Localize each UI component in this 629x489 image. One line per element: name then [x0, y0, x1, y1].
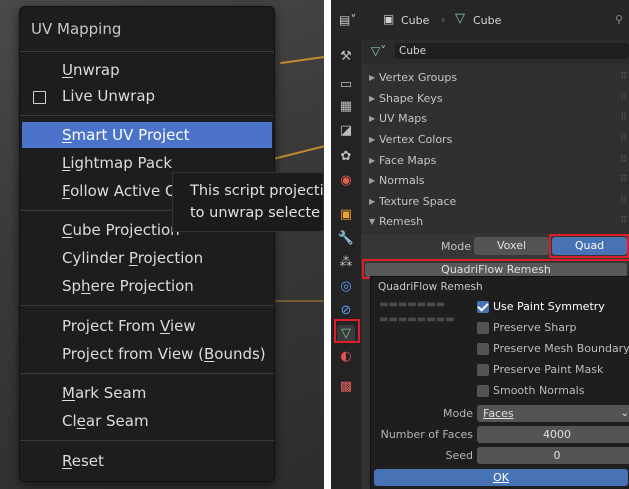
- panel-vertex-groups[interactable]: ▶ Vertex Groups ⠿: [361, 67, 629, 88]
- ghost-text: ▬▬▬▬▬▬▬: [379, 299, 446, 310]
- object-cube-icon: ▣: [383, 12, 395, 26]
- smart-uv-tooltip: This script projecti to unwrap selecte: [172, 172, 324, 232]
- world-tab-icon[interactable]: ◉: [337, 172, 355, 190]
- live-unwrap-checkbox[interactable]: [33, 91, 46, 104]
- modifier-wrench-icon[interactable]: 🔧: [337, 230, 355, 248]
- checkbox-icon[interactable]: [477, 385, 489, 397]
- menu-item-lightmap-pack[interactable]: Lightmap Pack: [62, 150, 172, 176]
- data-block-row: ▽˅ Cube: [361, 40, 629, 64]
- panel-vertex-colors[interactable]: ▶ Vertex Colors ⠿: [361, 129, 629, 150]
- view-layer-tab-icon[interactable]: ◪: [337, 122, 355, 140]
- panel-uv-maps[interactable]: ▶ UV Maps ⠿: [361, 108, 629, 129]
- tooltip-line: This script projecti: [190, 183, 324, 199]
- menu-item-project-from-view[interactable]: Project From View: [62, 313, 196, 339]
- uv-mapping-menu: UV Mapping Unwrap Live Unwrap Smart UV P…: [19, 6, 275, 482]
- material-tab-icon[interactable]: ◐: [337, 348, 355, 366]
- tooltip-line: to unwrap selecte: [190, 205, 321, 221]
- expand-arrow-icon: ▶: [369, 176, 376, 185]
- drag-grip-icon[interactable]: ⠿: [620, 191, 627, 212]
- physics-tab-icon[interactable]: ◎: [337, 278, 355, 296]
- texture-tab-icon[interactable]: ▩: [337, 378, 355, 396]
- output-tab-icon[interactable]: ▦: [337, 98, 355, 116]
- number-of-faces-field[interactable]: 4000: [477, 426, 629, 443]
- menu-separator: [20, 440, 274, 441]
- editor-type-icon[interactable]: ▤˅: [339, 13, 356, 27]
- panel-face-maps[interactable]: ▶ Face Maps ⠿: [361, 150, 629, 171]
- expand-arrow-icon: ▶: [369, 135, 376, 144]
- breadcrumb-chevron-icon: ›: [441, 13, 446, 26]
- properties-header: ▤˅ ▣ Cube › ▽ Cube ⚲: [331, 0, 629, 40]
- ghost-text: ▬▬▬▬▬▬▬▬: [379, 314, 455, 325]
- seed-field[interactable]: 0: [477, 447, 629, 464]
- chevron-down-icon: ⌄: [620, 408, 629, 419]
- menu-separator: [20, 51, 274, 52]
- menu-item-cube-projection[interactable]: Cube Projection: [62, 217, 180, 243]
- panel-texture-space[interactable]: ▶ Texture Space ⠿: [361, 191, 629, 212]
- drag-grip-icon[interactable]: ⠿: [620, 170, 627, 191]
- viewport-edge-line: [280, 53, 324, 65]
- menu-item-clear-seam[interactable]: Clear Seam: [62, 408, 149, 434]
- viewport-edge-line: [274, 300, 324, 302]
- remesh-mode-label: Mode: [441, 240, 471, 253]
- checkbox-icon[interactable]: [477, 322, 489, 334]
- menu-item-follow-active-quads[interactable]: Follow Active Q: [62, 178, 177, 204]
- menu-separator: [20, 115, 274, 116]
- ok-button[interactable]: OK: [374, 469, 628, 486]
- pin-icon[interactable]: ⚲: [615, 13, 623, 26]
- mode-voxel-button[interactable]: Voxel: [474, 237, 549, 255]
- scene-tab-icon[interactable]: ✿: [337, 148, 355, 166]
- properties-tab-sidebar: ⚒ ▭ ▦ ◪ ✿ ◉ ▣ 🔧 ⁂ ◎ ⊘ ▽ ◐ ▩: [331, 40, 361, 489]
- seed-label: Seed: [445, 449, 474, 462]
- menu-item-live-unwrap[interactable]: Live Unwrap: [62, 83, 155, 109]
- particles-tab-icon[interactable]: ⁂: [337, 254, 355, 272]
- header-object-name: Cube: [401, 14, 430, 27]
- popup-title: QuadriFlow Remesh: [378, 281, 483, 293]
- drag-grip-icon[interactable]: ⠿: [620, 88, 627, 109]
- menu-item-unwrap[interactable]: Unwrap: [62, 57, 120, 83]
- mesh-browse-icon[interactable]: ▽˅: [371, 44, 386, 58]
- drag-grip-icon[interactable]: ⠿: [620, 211, 627, 232]
- expand-arrow-icon: ▶: [369, 94, 376, 103]
- panel-remesh[interactable]: ▼ Remesh ⠿: [361, 211, 629, 232]
- drag-grip-icon[interactable]: ⠿: [620, 67, 627, 88]
- header-data-name: Cube: [473, 14, 502, 27]
- mesh-tab-highlight-box: [334, 319, 360, 343]
- menu-item-reset[interactable]: Reset: [62, 448, 104, 474]
- menu-title: UV Mapping: [31, 20, 122, 38]
- constraints-tab-icon[interactable]: ⊘: [337, 302, 355, 320]
- popup-mode-label: Mode: [443, 407, 473, 420]
- expand-arrow-icon: ▶: [369, 156, 376, 165]
- checkbox-icon[interactable]: [477, 364, 489, 376]
- drag-grip-icon[interactable]: ⠿: [620, 108, 627, 129]
- menu-item-project-from-view-bounds[interactable]: Project from View (Bounds): [62, 341, 266, 367]
- checkbox-icon[interactable]: [477, 343, 489, 355]
- menu-item-smart-uv-project[interactable]: Smart UV Project: [22, 122, 272, 148]
- drag-grip-icon[interactable]: ⠿: [620, 129, 627, 150]
- quadriflow-popup: QuadriFlow Remesh ▬▬▬▬▬▬▬ ▬▬▬▬▬▬▬▬ Use P…: [370, 276, 629, 489]
- expand-arrow-icon: ▶: [369, 197, 376, 206]
- collapse-arrow-icon: ▼: [369, 217, 376, 226]
- properties-editor: ▤˅ ▣ Cube › ▽ Cube ⚲ ▽˅ Cube ⚒ ▭ ▦ ◪ ✿ ◉…: [331, 0, 629, 489]
- number-of-faces-label: Number of Faces: [380, 428, 473, 441]
- mesh-name-field[interactable]: Cube: [395, 43, 629, 59]
- render-tab-icon[interactable]: ▭: [337, 76, 355, 94]
- menu-item-cylinder-projection[interactable]: Cylinder Projection: [62, 245, 203, 271]
- viewport-background: UV Mapping Unwrap Live Unwrap Smart UV P…: [0, 0, 324, 489]
- object-tab-icon[interactable]: ▣: [337, 206, 355, 224]
- menu-separator: [20, 373, 274, 374]
- menu-item-sphere-projection[interactable]: Sphere Projection: [62, 273, 194, 299]
- popup-mode-dropdown[interactable]: Faces ⌄: [477, 405, 629, 422]
- drag-grip-icon[interactable]: ⠿: [620, 150, 627, 171]
- panel-normals[interactable]: ▶ Normals ⠿: [361, 170, 629, 191]
- panel-shape-keys[interactable]: ▶ Shape Keys ⠿: [361, 88, 629, 109]
- expand-arrow-icon: ▶: [369, 114, 376, 123]
- menu-separator: [20, 305, 274, 306]
- checkbox-checked-icon[interactable]: [477, 301, 489, 313]
- mesh-data-icon: ▽: [455, 11, 465, 26]
- menu-item-mark-seam[interactable]: Mark Seam: [62, 380, 146, 406]
- tool-tab-icon[interactable]: ⚒: [337, 48, 355, 66]
- viewport-edge-line: [270, 141, 324, 161]
- quad-highlight-box: [549, 234, 629, 258]
- expand-arrow-icon: ▶: [369, 73, 376, 82]
